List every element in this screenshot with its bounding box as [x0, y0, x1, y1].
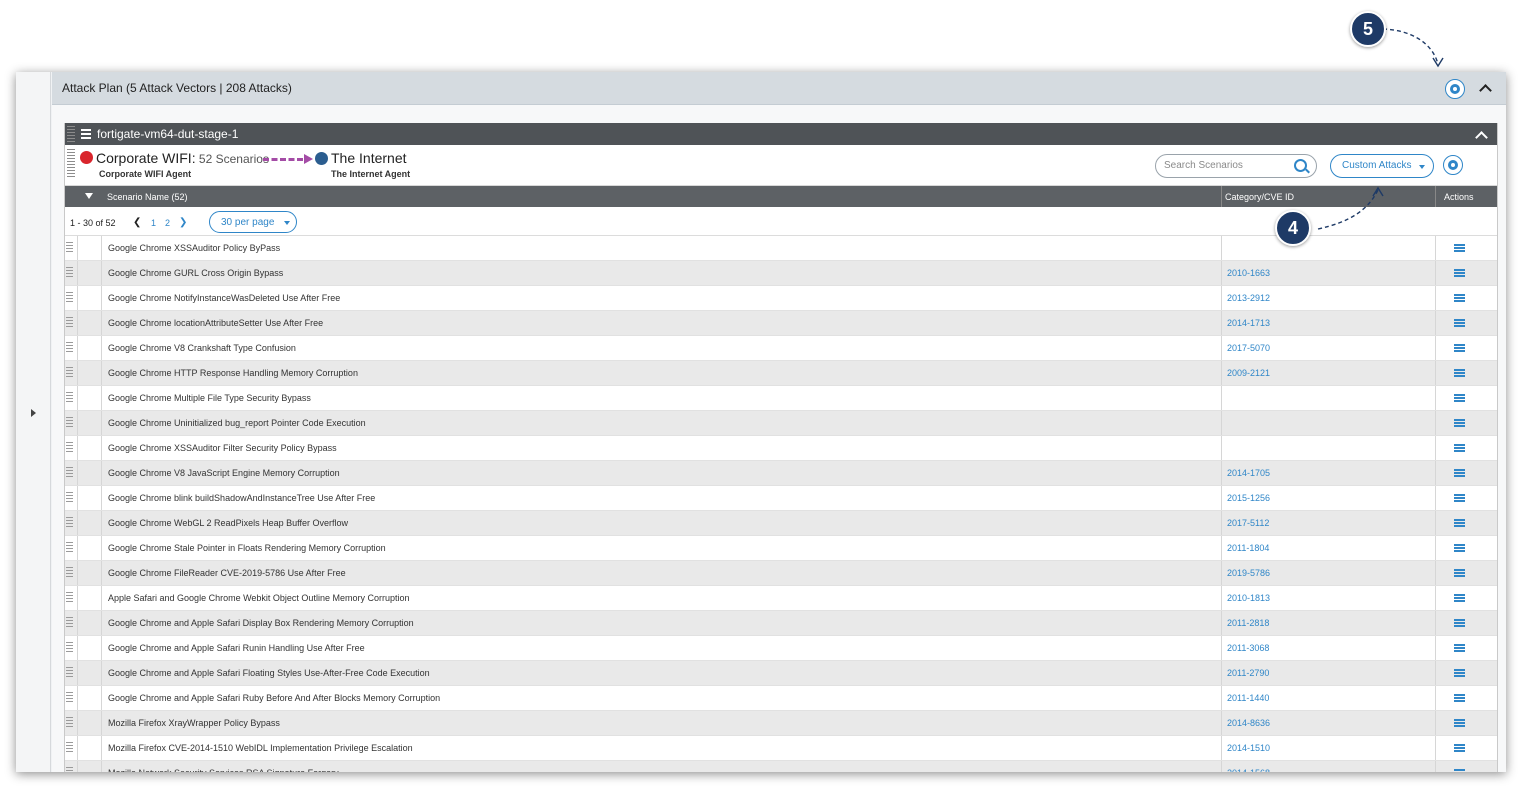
- callout-5-arrow: [1382, 28, 1439, 65]
- callout-4-arrow: [1317, 189, 1379, 230]
- callout-4-arrowhead: [1372, 186, 1384, 197]
- callout-5-arrowhead: [1432, 57, 1444, 68]
- callout-arrows: [1317, 28, 1444, 230]
- callout-badge-5: 5: [1350, 11, 1386, 47]
- callout-badge-4: 4: [1275, 210, 1311, 246]
